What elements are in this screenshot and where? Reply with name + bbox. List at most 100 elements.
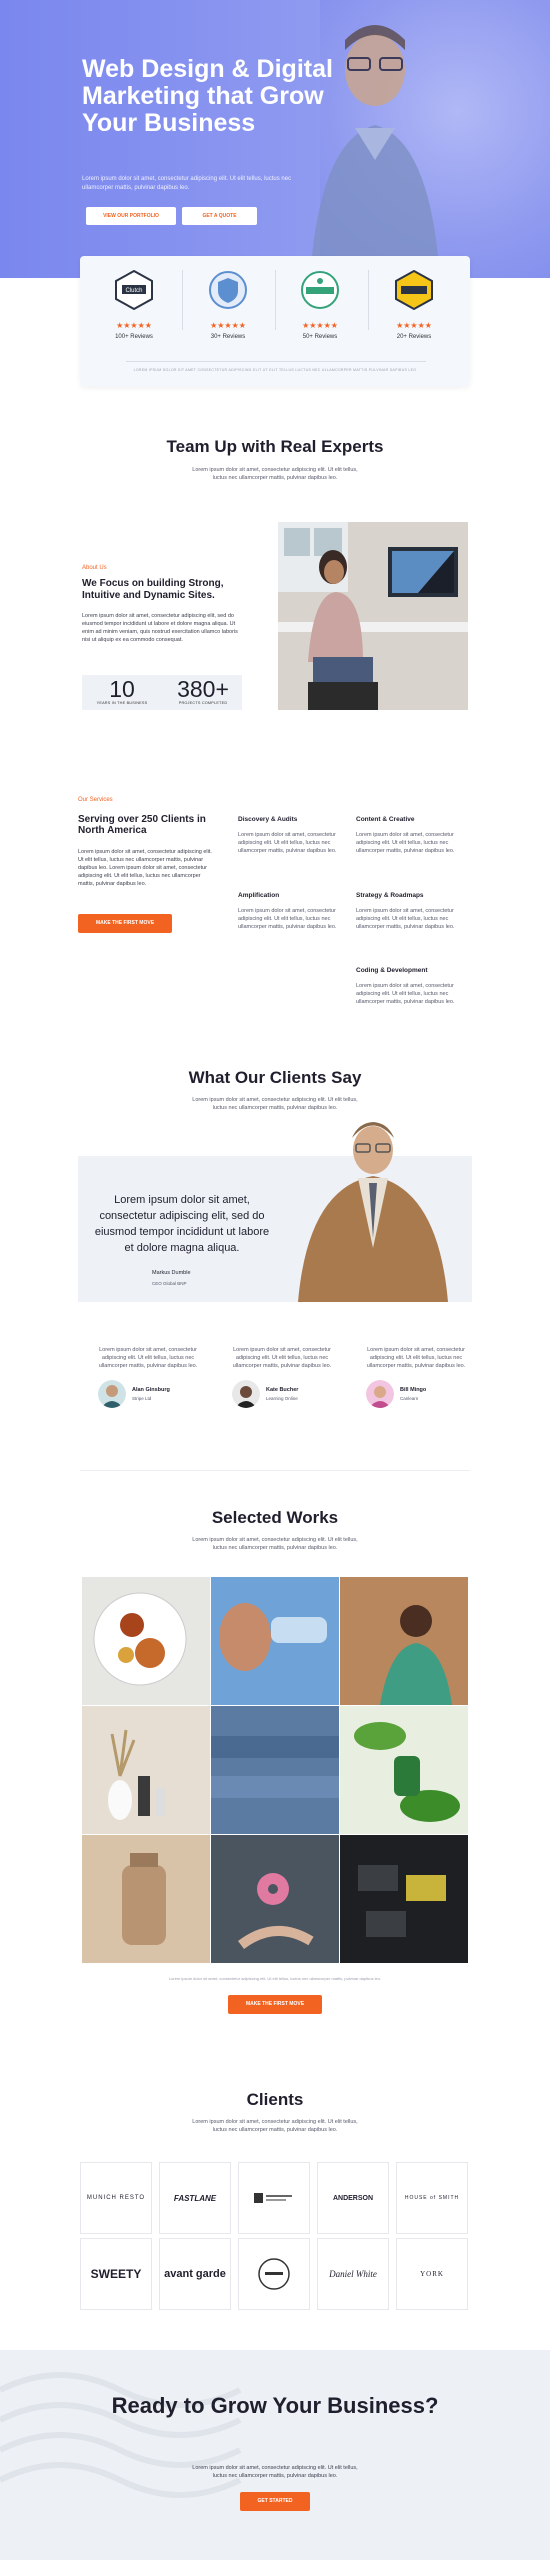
avatar	[366, 1380, 394, 1408]
review-count: 20+ Reviews	[396, 334, 432, 340]
services-heading: Serving over 250 Clients in North Americ…	[78, 814, 206, 836]
stat-years: 10 YEARS IN THE BUSINESS	[92, 677, 152, 705]
stat-label: YEARS IN THE BUSINESS	[96, 701, 148, 705]
award-badge-icon	[301, 271, 339, 309]
client-logo: Daniel White	[317, 2238, 389, 2310]
client-logo-mark-icon	[254, 2193, 292, 2203]
stats-panel: 10 YEARS IN THE BUSINESS 380+ PROJECTS C…	[82, 675, 242, 710]
clients-title: Clients	[246, 2090, 304, 2109]
works-cta-button[interactable]: MAKE THE FIRST MOVE	[228, 1995, 322, 2014]
testimonial-name: Markus Dumble	[152, 1270, 191, 1276]
about-body: Lorem ipsum dolor sit amet, consectetur …	[82, 613, 238, 643]
client-logo	[238, 2238, 310, 2310]
mini-quote: Lorem ipsum dolor sit amet, consectetur …	[98, 1347, 198, 1369]
mini-role: Canlearn	[400, 1396, 419, 1401]
service-item: Amplification Lorem ipsum dolor sit amet…	[238, 892, 353, 931]
client-logo: MUNICH RESTO	[80, 2162, 152, 2234]
testimonial-role: CEO Global BNP	[152, 1281, 187, 1286]
work-tile-woman[interactable]	[340, 1577, 468, 1705]
service-desc: Lorem ipsum dolor sit amet, consectetur …	[238, 908, 337, 930]
mini-author: Bill Mingo Canlearn	[356, 1380, 476, 1408]
page: Web Design & Digital Marketing that Grow…	[0, 0, 550, 2560]
hero-subtitle: Lorem ipsum dolor sit amet, consectetur …	[82, 176, 292, 191]
review-card: Clutch ★★★★★ 100+ Reviews	[94, 269, 174, 340]
testimonial-quote: Lorem ipsum dolor sit amet, consectetur …	[94, 1194, 270, 1254]
service-desc: Lorem ipsum dolor sit amet, consectetur …	[356, 832, 455, 854]
hero-person-image	[310, 25, 440, 278]
review-count: 30+ Reviews	[210, 334, 246, 340]
client-logo	[238, 2162, 310, 2234]
cta-section: Ready to Grow Your Business? Lorem ipsum…	[0, 2350, 550, 2560]
reviews-panel: Clutch ★★★★★ 100+ Reviews ★★★★★ 30+ Revi…	[80, 256, 470, 386]
mini-author: Kate Bucher Learning Online	[222, 1380, 342, 1408]
office-photo	[278, 522, 468, 710]
works-note: Lorem ipsum dolor sit amet, consectetur …	[168, 1976, 382, 1981]
client-logo: ANDERSON	[317, 2162, 389, 2234]
review-stars: ★★★★★	[302, 321, 338, 330]
client-logo: YORK	[396, 2238, 468, 2310]
testimonial-person-image	[298, 1122, 448, 1302]
work-tile-bottles[interactable]	[82, 1706, 210, 1834]
works-grid	[82, 1577, 468, 1963]
work-tile-jar[interactable]	[82, 1835, 210, 1963]
service-item: Strategy & Roadmaps Lorem ipsum dolor si…	[356, 892, 471, 931]
review-card: ★★★★★ 20+ Reviews	[374, 269, 454, 340]
team-subtitle: Lorem ipsum dolor sit amet, consectetur …	[192, 467, 358, 481]
service-title: Discovery & Audits	[238, 816, 298, 823]
get-started-button[interactable]: GET STARTED	[240, 2492, 310, 2511]
services-label: Our Services	[78, 797, 113, 803]
about-heading: We Focus on building Strong, Intuitive a…	[82, 578, 224, 601]
service-item: Discovery & Audits Lorem ipsum dolor sit…	[238, 816, 353, 855]
get-quote-button[interactable]: GET A QUOTE	[182, 207, 257, 225]
shield-badge-icon	[209, 271, 247, 309]
team-title: Team Up with Real Experts	[166, 437, 384, 456]
client-logo-circle-icon	[258, 2258, 290, 2290]
work-tile-spices[interactable]	[82, 1577, 210, 1705]
svg-text:Clutch: Clutch	[125, 288, 142, 294]
about-label: About Us	[82, 565, 107, 571]
work-tile-denim[interactable]	[211, 1706, 339, 1834]
client-logo: SWEETY	[80, 2238, 152, 2310]
top-badge-icon	[395, 269, 433, 311]
view-portfolio-button[interactable]: VIEW OUR PORTFOLIO	[86, 207, 176, 225]
services-body: Lorem ipsum dolor sit amet, consectetur …	[78, 849, 212, 887]
client-logo: HOUSE of SMITH	[396, 2162, 468, 2234]
client-logo: FASTLANE	[159, 2162, 231, 2234]
clients-subtitle: Lorem ipsum dolor sit amet, consectetur …	[192, 2119, 358, 2133]
hero-section: Web Design & Digital Marketing that Grow…	[0, 0, 550, 278]
work-tile-plant[interactable]	[340, 1706, 468, 1834]
service-item: Coding & Development Lorem ipsum dolor s…	[356, 967, 471, 1006]
make-first-move-button[interactable]: MAKE THE FIRST MOVE	[78, 914, 172, 933]
service-title: Content & Creative	[356, 816, 415, 823]
divider	[80, 1470, 470, 1471]
works-subtitle: Lorem ipsum dolor sit amet, consectetur …	[192, 1537, 358, 1551]
review-stars: ★★★★★	[396, 321, 432, 330]
work-tile-donut[interactable]	[211, 1835, 339, 1963]
review-stars: ★★★★★	[116, 321, 152, 330]
mini-author: Alan Ginsburg Stripe Ltd	[88, 1380, 208, 1408]
stat-number: 10	[109, 676, 135, 702]
service-item: Content & Creative Lorem ipsum dolor sit…	[356, 816, 471, 855]
cta-wave-background	[0, 2372, 242, 2498]
mini-testimonial: Lorem ipsum dolor sit amet, consectetur …	[88, 1346, 208, 1408]
testimonials-title: What Our Clients Say	[188, 1068, 362, 1087]
review-stars: ★★★★★	[210, 321, 246, 330]
avatar	[232, 1380, 260, 1408]
mini-role: Learning Online	[266, 1396, 298, 1401]
cta-body: Lorem ipsum dolor sit amet, consectetur …	[192, 2465, 358, 2479]
work-tile-tapes[interactable]	[340, 1835, 468, 1963]
reviews-note: LOREM IPSUM DOLOR SIT AMET CONSECTETUR A…	[133, 368, 417, 372]
works-title: Selected Works	[211, 1508, 339, 1527]
divider	[182, 270, 183, 330]
review-card: ★★★★★ 50+ Reviews	[280, 270, 360, 340]
mini-testimonial: Lorem ipsum dolor sit amet, consectetur …	[356, 1346, 476, 1408]
clutch-badge-icon: Clutch	[115, 269, 153, 311]
mini-name: Bill Mingo	[400, 1387, 427, 1393]
service-title: Strategy & Roadmaps	[356, 892, 424, 899]
review-card: ★★★★★ 30+ Reviews	[188, 270, 268, 340]
service-desc: Lorem ipsum dolor sit amet, consectetur …	[356, 983, 455, 1005]
service-title: Amplification	[238, 892, 280, 899]
divider	[275, 270, 276, 330]
work-tile-drink[interactable]	[211, 1577, 339, 1705]
divider	[368, 270, 369, 330]
